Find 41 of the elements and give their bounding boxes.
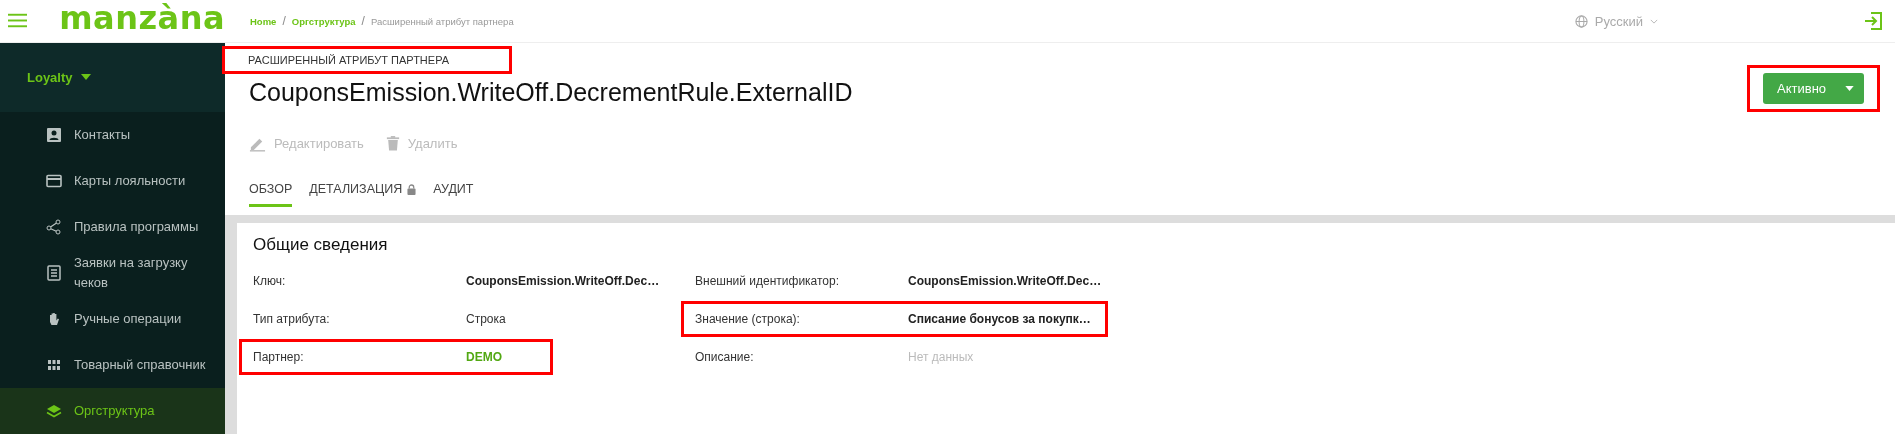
field-label: Внешний идентификатор: xyxy=(695,274,841,288)
globe-icon xyxy=(1574,14,1588,28)
field-label: Партнер: xyxy=(253,350,305,364)
card-title: Общие сведения xyxy=(253,235,389,255)
field-value: CouponsEmission.WriteOff.Dec… xyxy=(908,274,1102,288)
sidebar-item[interactable]: Правила программы xyxy=(0,204,225,250)
tab[interactable]: АУДИТ xyxy=(433,178,474,207)
page-title: CouponsEmission.WriteOff.DecrementRule.ExternalID xyxy=(249,78,853,107)
grid-icon xyxy=(46,357,62,373)
layers-icon xyxy=(46,403,62,419)
chevron-down-icon xyxy=(1650,18,1658,24)
logout-icon[interactable] xyxy=(1863,11,1883,31)
sidebar-item[interactable]: Карты лояльности xyxy=(0,158,225,204)
sidebar-section[interactable]: Loyalty xyxy=(27,69,91,85)
breadcrumb-current: Расширенный атрибут партнера xyxy=(370,15,514,27)
trash-icon xyxy=(385,135,400,152)
field-value: Списание бонусов за покупк… xyxy=(908,312,1091,326)
card-icon xyxy=(46,173,62,189)
sidebar-item[interactable]: Оргструктура xyxy=(0,388,225,434)
field-value: CouponsEmission.WriteOff.Dec… xyxy=(466,274,660,288)
contact-icon xyxy=(46,127,62,143)
sidebar-item[interactable]: Товарный справочник xyxy=(0,342,225,388)
menu-icon[interactable] xyxy=(8,13,28,29)
sidebar-item[interactable]: Ручные операции xyxy=(0,296,225,342)
field-label: Значение (строка): xyxy=(695,312,801,326)
breadcrumb-separator: / xyxy=(361,14,365,28)
field-value: Строка xyxy=(466,312,506,326)
field-label: Ключ: xyxy=(253,274,287,288)
sidebar-item[interactable]: Контакты xyxy=(0,112,225,158)
caret-icon xyxy=(1845,86,1854,91)
logo: manzàna xyxy=(59,1,225,34)
document-icon xyxy=(46,265,62,281)
breadcrumb-separator: / xyxy=(282,14,286,28)
field-label: Тип атрибута: xyxy=(253,312,331,326)
share-icon xyxy=(46,219,62,235)
tab[interactable]: ДЕТАЛИЗАЦИЯ xyxy=(309,178,417,207)
lock-icon xyxy=(407,183,417,195)
field-label: Описание: xyxy=(695,350,755,364)
sidebar-item[interactable]: Заявки на загрузку чеков xyxy=(0,250,225,296)
page-label: РАСШИРЕННЫЙ АТРИБУТ ПАРТНЕРА xyxy=(248,54,450,66)
tab[interactable]: ОБЗОР xyxy=(249,178,293,207)
